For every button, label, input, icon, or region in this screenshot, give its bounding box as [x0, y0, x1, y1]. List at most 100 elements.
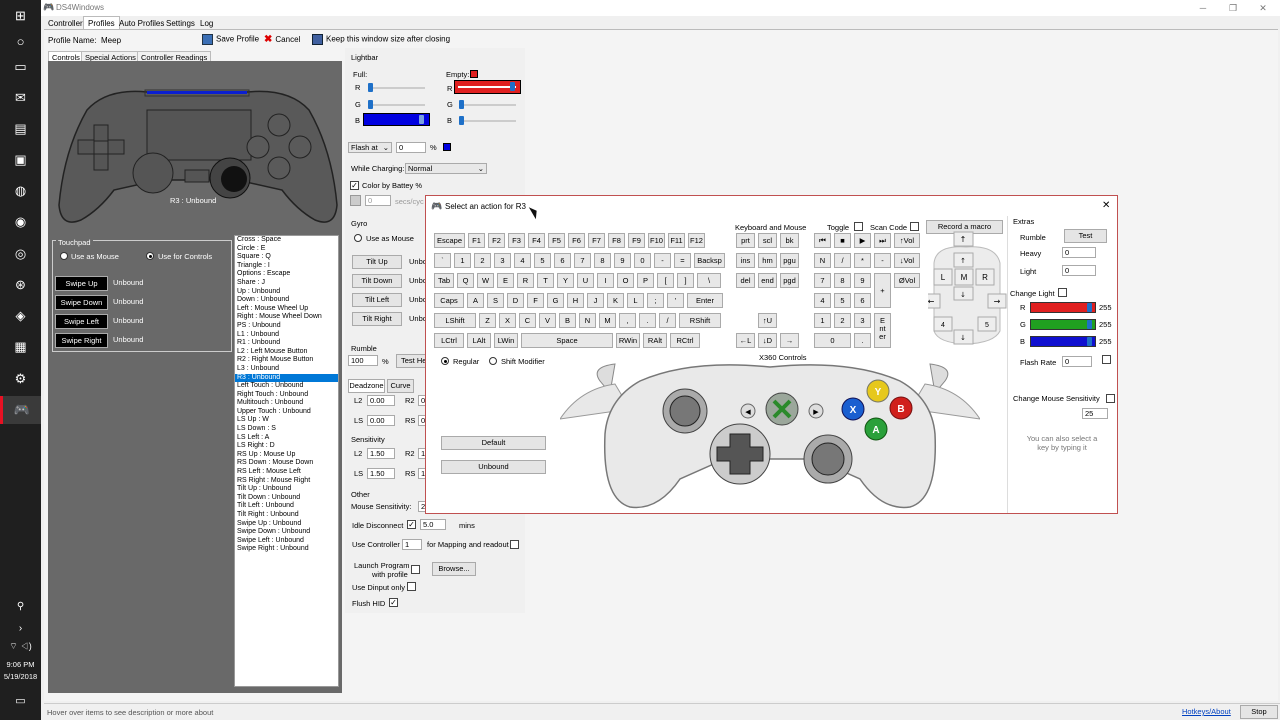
- binding-list-item[interactable]: LS Down : S: [235, 425, 338, 434]
- numpad-key-7[interactable]: 4: [814, 293, 831, 308]
- key-keys_row3-3[interactable]: E: [497, 273, 514, 288]
- key-12-row1[interactable]: F12: [688, 233, 705, 248]
- empty-color-swatch[interactable]: [470, 70, 478, 78]
- key-3-row1[interactable]: F3: [508, 233, 525, 248]
- key-keys_row2-1[interactable]: 1: [454, 253, 471, 268]
- key-keys_row5-2[interactable]: X: [499, 313, 516, 328]
- media-key-3[interactable]: ⏭: [874, 233, 891, 248]
- nav-key-2[interactable]: bk: [780, 233, 799, 248]
- windows-start-icon[interactable]: ⊞: [0, 2, 41, 30]
- deadzone-l2-input[interactable]: 0.00: [367, 395, 395, 406]
- numpad-key-3[interactable]: -: [874, 253, 891, 268]
- binding-list-item[interactable]: Right Touch : Unbound: [235, 391, 338, 400]
- key-keys_row5-10[interactable]: /: [659, 313, 676, 328]
- key-0-row1[interactable]: Escape: [434, 233, 465, 248]
- key-9-row1[interactable]: F9: [628, 233, 645, 248]
- binding-list-item[interactable]: L1 : Unbound: [235, 331, 338, 340]
- package-icon[interactable]: ▦: [0, 333, 41, 361]
- left-stick[interactable]: [132, 152, 174, 194]
- key-row6-1[interactable]: LAlt: [467, 333, 491, 348]
- gyro-use-as-mouse-radio[interactable]: [354, 234, 362, 242]
- key-keys_row5-5[interactable]: B: [559, 313, 576, 328]
- key-keys_row4-4[interactable]: F: [527, 293, 544, 308]
- stop-button[interactable]: Stop: [1240, 705, 1278, 719]
- key-keys_row2-7[interactable]: 7: [574, 253, 591, 268]
- key-keys_row4-12[interactable]: Enter: [687, 293, 723, 308]
- key-keys_row3-4[interactable]: R: [517, 273, 534, 288]
- change-mouse-checkbox[interactable]: [1106, 394, 1115, 403]
- key-row6-6[interactable]: RCtrl: [670, 333, 700, 348]
- key-row6-2[interactable]: LWin: [494, 333, 518, 348]
- nav-key-3[interactable]: ins: [736, 253, 755, 268]
- numpad-key-14[interactable]: 0: [814, 333, 851, 348]
- key-keys_row3-12[interactable]: ]: [677, 273, 694, 288]
- key-keys_row2-10[interactable]: 0: [634, 253, 651, 268]
- default-button[interactable]: Default: [441, 436, 546, 450]
- rumble-value-input[interactable]: 100: [348, 355, 378, 366]
- numpad-key-0[interactable]: N: [814, 253, 831, 268]
- vol-down-key[interactable]: ↓Vol: [894, 253, 920, 268]
- key-keys_row5-9[interactable]: .: [639, 313, 656, 328]
- nav-key-6[interactable]: del: [736, 273, 755, 288]
- empty-g-slider[interactable]: [459, 104, 516, 106]
- binding-list-item[interactable]: Upper Touch : Unbound: [235, 408, 338, 417]
- key-keys_row3-7[interactable]: U: [577, 273, 594, 288]
- binding-list-item[interactable]: R3 : Unbound: [235, 373, 338, 383]
- key-keys_row3-11[interactable]: [: [657, 273, 674, 288]
- steam-icon[interactable]: ⊛: [0, 271, 41, 299]
- flash-rate-input[interactable]: 0: [1062, 356, 1092, 367]
- key-2-row1[interactable]: F2: [488, 233, 505, 248]
- full-g-slider[interactable]: [368, 104, 425, 106]
- key-keys_row3-13[interactable]: \: [697, 273, 721, 288]
- key-keys_row2-9[interactable]: 9: [614, 253, 631, 268]
- numpad-key-9[interactable]: 6: [854, 293, 871, 308]
- key-keys_row3-1[interactable]: Q: [457, 273, 474, 288]
- binding-list-item[interactable]: Options : Escape: [235, 270, 338, 279]
- store-icon[interactable]: ▣: [0, 146, 41, 174]
- key-keys_row4-2[interactable]: S: [487, 293, 504, 308]
- light-input[interactable]: 0: [1062, 265, 1096, 276]
- arrow-up-key[interactable]: ↑U: [758, 313, 777, 328]
- nav-key-7[interactable]: end: [758, 273, 777, 288]
- empty-g-thumb[interactable]: [459, 100, 464, 109]
- key-keys_row4-6[interactable]: H: [567, 293, 584, 308]
- media-key-1[interactable]: ■: [834, 233, 851, 248]
- key-keys_row4-0[interactable]: Caps: [434, 293, 464, 308]
- binding-list-item[interactable]: Multitouch : Unbound: [235, 399, 338, 408]
- close-button[interactable]: ✕: [1247, 0, 1279, 16]
- key-keys_row4-8[interactable]: K: [607, 293, 624, 308]
- ps-button[interactable]: [184, 169, 210, 183]
- use-dinput-checkbox[interactable]: [407, 582, 416, 591]
- save-profile-button[interactable]: Save Profile: [202, 34, 259, 45]
- binding-list-item[interactable]: Up : Unbound: [235, 288, 338, 297]
- flush-hid-checkbox[interactable]: ✓: [389, 598, 398, 607]
- key-11-row1[interactable]: F11: [668, 233, 685, 248]
- binding-list-item[interactable]: Share : J: [235, 279, 338, 288]
- cortana-icon[interactable]: ○: [0, 27, 41, 55]
- idle-value-input[interactable]: 5.0: [420, 519, 446, 530]
- maximize-button[interactable]: ❐: [1217, 0, 1249, 16]
- binding-list-item[interactable]: Tilt Right : Unbound: [235, 511, 338, 520]
- key-1-row1[interactable]: F1: [468, 233, 485, 248]
- cancel-button[interactable]: ✖ Cancel: [264, 34, 300, 45]
- nav-key-5[interactable]: pgu: [780, 253, 799, 268]
- key-4-row1[interactable]: F4: [528, 233, 545, 248]
- key-keys_row2-0[interactable]: `: [434, 253, 451, 268]
- binding-list-item[interactable]: Cross : Space: [235, 236, 338, 245]
- use-as-mouse-radio[interactable]: [60, 252, 68, 260]
- sens-l2-input[interactable]: 1.50: [367, 448, 395, 459]
- binding-list-item[interactable]: Square : Q: [235, 253, 338, 262]
- task-view-icon[interactable]: ▭: [0, 53, 41, 81]
- shift-modifier-radio[interactable]: [489, 357, 497, 365]
- media-key-2[interactable]: ▶: [854, 233, 871, 248]
- profile-name-input[interactable]: Meep: [101, 36, 121, 45]
- swipe-left-button[interactable]: Swipe Left: [55, 314, 108, 329]
- regular-radio[interactable]: [441, 357, 449, 365]
- key-keys_row3-0[interactable]: Tab: [434, 273, 454, 288]
- key-keys_row2-13[interactable]: Backsp: [694, 253, 725, 268]
- key-keys_row4-11[interactable]: ': [667, 293, 684, 308]
- key-5-row1[interactable]: F5: [548, 233, 565, 248]
- tilt-down-button[interactable]: Tilt Down: [352, 274, 402, 288]
- extras-r-thumb[interactable]: [1087, 303, 1092, 312]
- key-keys_row5-3[interactable]: C: [519, 313, 536, 328]
